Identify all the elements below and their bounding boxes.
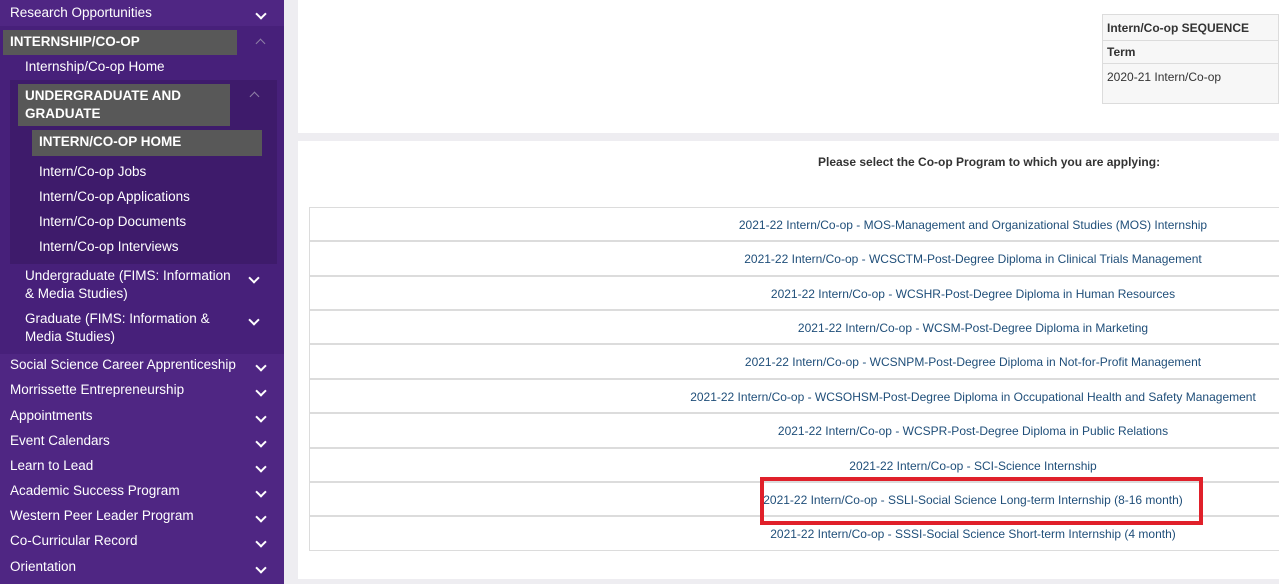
term-value: 2020-21 Intern/Co-op — [1107, 70, 1222, 84]
chevron-down-icon — [255, 385, 267, 397]
program-link[interactable]: 2021-22 Intern/Co-op - WCSOHSM-Post-Degr… — [310, 390, 1279, 404]
sidebar-item-career-apprenticeship[interactable]: Social Science Career Apprenticeship — [0, 357, 284, 377]
sidebar-item-intern-jobs[interactable]: Intern/Co-op Jobs — [39, 163, 146, 181]
sidebar-item-label: Morrissette Entrepreneurship — [10, 382, 185, 397]
sidebar-item-label: Appointments — [10, 408, 93, 423]
sidebar-item-label: Orientation — [10, 559, 77, 574]
program-option-wcsohsm[interactable]: 2021-22 Intern/Co-op - WCSOHSM-Post-Degr… — [309, 379, 1279, 413]
chevron-down-icon — [255, 411, 267, 423]
chevron-down-icon — [255, 8, 267, 20]
sequence-header: Intern/Co-op SEQUENCE — [1103, 15, 1279, 41]
program-option-wcsnpm[interactable]: 2021-22 Intern/Co-op - WCSNPM-Post-Degre… — [309, 344, 1279, 379]
sidebar-item-intern-interviews[interactable]: Intern/Co-op Interviews — [39, 238, 179, 256]
sidebar-item-label: INTERN/CO-OP HOME — [39, 134, 182, 149]
chevron-down-icon — [255, 436, 267, 448]
sidebar-item-label: INTERNSHIP/CO-OP — [10, 34, 140, 49]
selection-prompt: Please select the Co-op Program to which… — [818, 155, 1161, 169]
program-option-mos[interactable]: 2021-22 Intern/Co-op - MOS-Management an… — [309, 207, 1279, 241]
sidebar-item-morrissette[interactable]: Morrissette Entrepreneurship — [0, 382, 284, 402]
program-link[interactable]: 2021-22 Intern/Co-op - SCI-Science Inter… — [310, 459, 1279, 473]
sidebar-item-co-curricular[interactable]: Co-Curricular Record — [0, 533, 284, 553]
chevron-down-icon — [255, 511, 267, 523]
program-link[interactable]: 2021-22 Intern/Co-op - MOS-Management an… — [310, 218, 1279, 232]
program-link[interactable]: 2021-22 Intern/Co-op - WCSNPM-Post-Degre… — [310, 355, 1279, 369]
program-link[interactable]: 2021-22 Intern/Co-op - WCSHR-Post-Degree… — [310, 287, 1279, 301]
sidebar-item-label: UNDERGRADUATE AND GRADUATE — [25, 88, 181, 121]
chevron-down-icon — [255, 486, 267, 498]
program-link[interactable]: 2021-22 Intern/Co-op - WCSCTM-Post-Degre… — [310, 252, 1279, 266]
sidebar-item-label: Learn to Lead — [10, 458, 94, 473]
program-link[interactable]: 2021-22 Intern/Co-op - WCSM-Post-Degree … — [310, 321, 1279, 335]
sidebar-item-label: Research Opportunities — [10, 5, 152, 20]
sidebar-item-intern-documents[interactable]: Intern/Co-op Documents — [39, 213, 186, 231]
program-link[interactable]: 2021-22 Intern/Co-op - SSSI-Social Scien… — [310, 527, 1279, 541]
sidebar-item-internship-coop[interactable]: INTERNSHIP/CO-OP — [3, 30, 237, 55]
program-link[interactable]: 2021-22 Intern/Co-op - WCSPR-Post-Degree… — [310, 424, 1279, 438]
sidebar-item-undergraduate-graduate[interactable]: UNDERGRADUATE AND GRADUATE — [18, 84, 230, 126]
program-option-wcsctm[interactable]: 2021-22 Intern/Co-op - WCSCTM-Post-Degre… — [309, 241, 1279, 276]
program-option-wcspr[interactable]: 2021-22 Intern/Co-op - WCSPR-Post-Degree… — [309, 413, 1279, 448]
sidebar-item-internship-home[interactable]: Internship/Co-op Home — [25, 58, 165, 76]
sidebar-item-label: Event Calendars — [10, 433, 110, 448]
program-option-wcsm[interactable]: 2021-22 Intern/Co-op - WCSM-Post-Degree … — [309, 310, 1279, 344]
chevron-down-icon — [255, 562, 267, 574]
term-column-header: Term — [1103, 41, 1279, 64]
sidebar-item-intern-coop-home[interactable]: INTERN/CO-OP HOME — [32, 130, 262, 156]
sidebar-item-appointments[interactable]: Appointments — [0, 408, 284, 428]
highlight-box — [760, 477, 1203, 525]
sidebar-item-orientation[interactable]: Orientation — [0, 559, 284, 579]
sidebar-nav: Research Opportunities INTERNSHIP/CO-OP … — [0, 0, 284, 584]
program-option-wcshr[interactable]: 2021-22 Intern/Co-op - WCSHR-Post-Degree… — [309, 276, 1279, 310]
sidebar-item-undergraduate-fims[interactable]: Undergraduate (FIMS: Information & Media… — [25, 267, 235, 303]
sequence-table: Intern/Co-op SEQUENCE Term 2020-21 Inter… — [1102, 14, 1279, 104]
sidebar-item-label: Co-Curricular Record — [10, 533, 138, 548]
sidebar-item-learn-to-lead[interactable]: Learn to Lead — [0, 458, 284, 478]
sidebar-item-peer-leader[interactable]: Western Peer Leader Program — [0, 508, 284, 528]
sidebar-item-event-calendars[interactable]: Event Calendars — [0, 433, 284, 453]
sidebar-item-academic-success[interactable]: Academic Success Program — [0, 483, 284, 503]
chevron-down-icon — [255, 360, 267, 372]
sidebar-item-label: Western Peer Leader Program — [10, 508, 194, 523]
sidebar-item-intern-applications[interactable]: Intern/Co-op Applications — [39, 188, 190, 206]
sidebar-item-label: Social Science Career Apprenticeship — [10, 357, 236, 372]
sidebar-item-graduate-fims[interactable]: Graduate (FIMS: Information & Media Stud… — [25, 310, 235, 346]
sidebar-item-label: Academic Success Program — [10, 483, 180, 498]
chevron-down-icon — [255, 536, 267, 548]
chevron-down-icon — [255, 461, 267, 473]
sidebar-item-research[interactable]: Research Opportunities — [0, 5, 284, 25]
